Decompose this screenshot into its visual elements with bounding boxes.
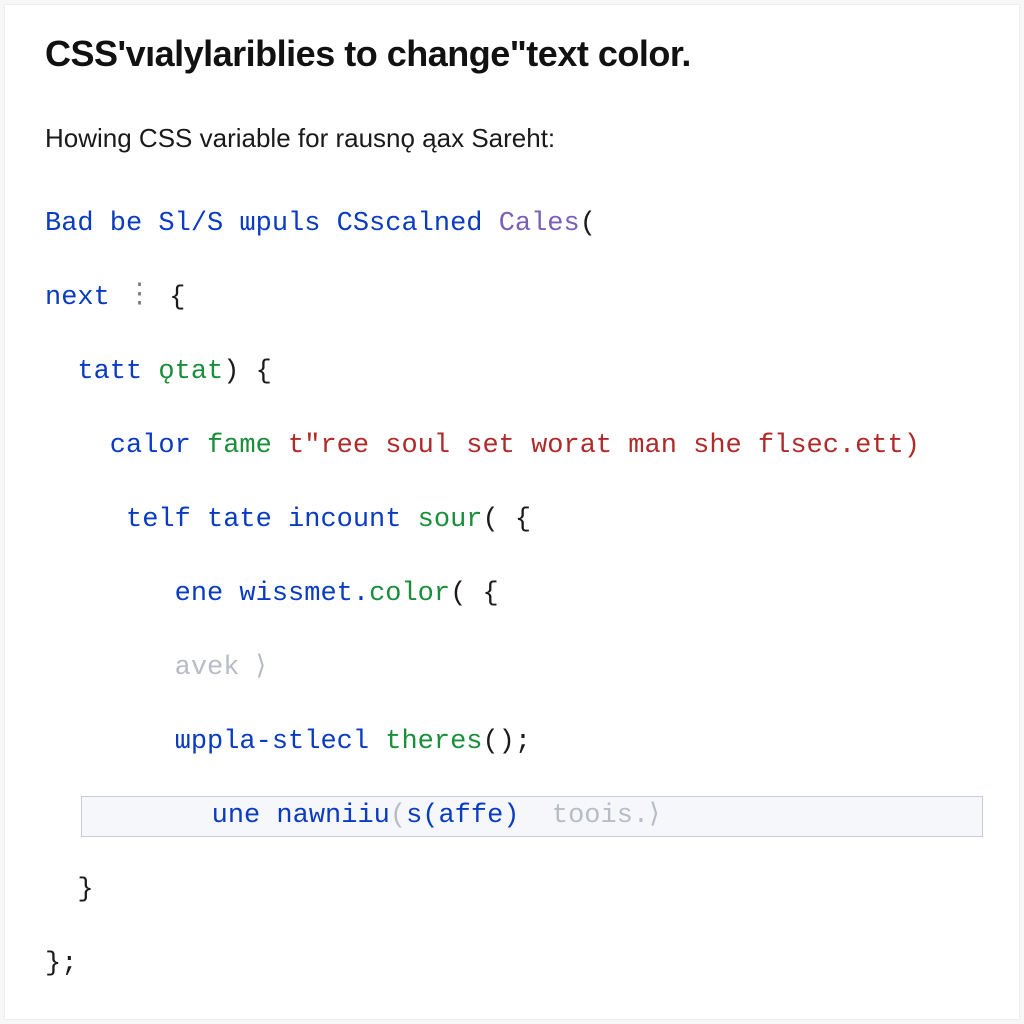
code-token: ( { bbox=[482, 505, 531, 535]
code-line: telf tate incount sour( { bbox=[45, 502, 979, 539]
code-token: avek ⟩ bbox=[45, 653, 266, 683]
code-token: telf tate incount bbox=[45, 505, 418, 535]
code-token: ( { bbox=[450, 579, 499, 609]
code-line: tatt ǫtat) { bbox=[45, 354, 979, 391]
code-token: ene wissmet. bbox=[45, 579, 369, 609]
code-line: next ⋮ { bbox=[45, 280, 979, 317]
code-token: fame bbox=[207, 431, 288, 461]
code-token: Cales bbox=[499, 209, 580, 239]
code-token: s(affe) bbox=[406, 801, 519, 831]
code-token: color bbox=[369, 579, 450, 609]
code-token: Bad be Sl/S ɯpuls CSscalned bbox=[45, 209, 499, 239]
page-title: CSS'vıalylariblies to change"text color. bbox=[45, 33, 979, 75]
code-token: } bbox=[45, 875, 94, 905]
document-page: CSS'vıalylariblies to change"text color.… bbox=[4, 4, 1020, 1020]
code-line: ene wissmet.color( { bbox=[45, 576, 979, 613]
code-token: sour bbox=[418, 505, 483, 535]
code-token bbox=[82, 801, 212, 831]
code-token: une nawniiu bbox=[212, 801, 390, 831]
code-line: Bad be Sl/S ɯpuls CSscalned Cales( bbox=[45, 206, 979, 243]
code-line bbox=[45, 1020, 979, 1024]
code-token: next bbox=[45, 283, 110, 313]
code-token: toois.⟩ bbox=[519, 801, 659, 831]
code-token: theres bbox=[385, 727, 482, 757]
code-line-highlighted: une nawniiu(s(affe) toois.⟩ bbox=[81, 796, 983, 837]
code-token: ⋮ bbox=[110, 278, 169, 315]
code-block: Bad be Sl/S ɯpuls CSscalned Cales( next … bbox=[45, 206, 979, 1024]
code-token: ɯppla-stlecl bbox=[45, 727, 385, 757]
code-token: }; bbox=[45, 949, 77, 979]
code-token: calor bbox=[45, 431, 207, 461]
code-token: ( bbox=[390, 801, 406, 831]
page-subtitle: Howing CSS variable for rausnǫ ąax Sareh… bbox=[45, 123, 979, 154]
code-line: }; bbox=[45, 946, 979, 983]
code-line: ɯppla-stlecl theres(); bbox=[45, 724, 979, 761]
code-token: ( bbox=[580, 209, 596, 239]
code-line: } bbox=[45, 872, 979, 909]
code-token: { bbox=[169, 283, 185, 313]
code-line: avek ⟩ bbox=[45, 650, 979, 687]
code-token: t"ree soul set worat man she flsec.ett) bbox=[288, 431, 920, 461]
code-token: tatt bbox=[45, 357, 158, 387]
code-token: ǫtat bbox=[158, 357, 223, 387]
code-token: ) { bbox=[223, 357, 272, 387]
code-line: calor fame t"ree soul set worat man she … bbox=[45, 428, 979, 465]
code-token: (); bbox=[482, 727, 531, 757]
